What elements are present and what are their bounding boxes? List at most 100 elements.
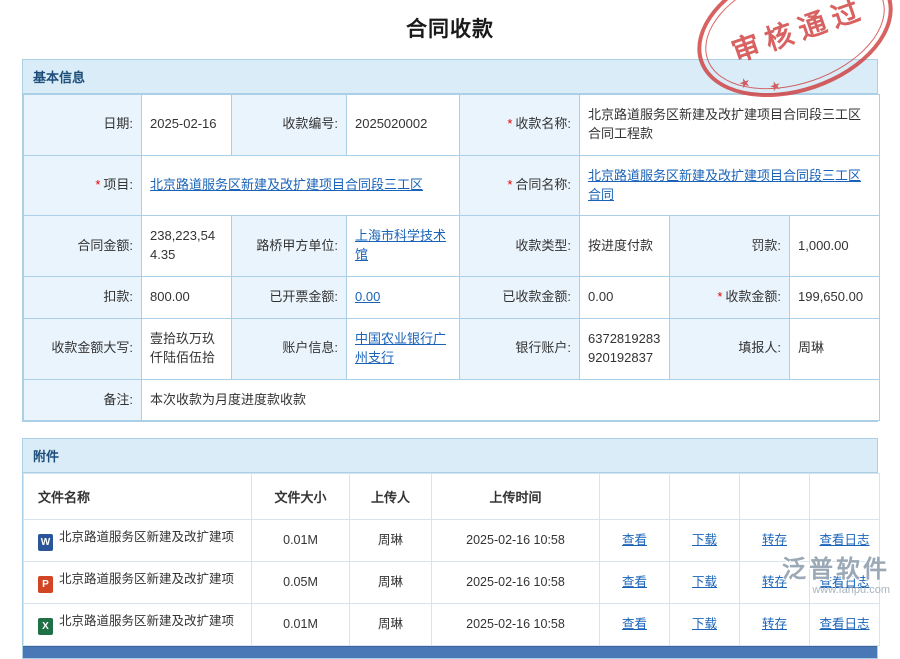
action-cell: 查看 (600, 520, 670, 562)
action-cell: 转存 (740, 520, 810, 562)
field-value: 周琳 (790, 318, 880, 379)
field-value: 6372819283920192837 (580, 318, 670, 379)
file-size: 0.05M (252, 562, 350, 604)
attachment-row: P北京路道服务区新建及改扩建项0.05M周琳2025-02-16 10:58 查看… (24, 562, 880, 604)
field-label: 路桥甲方单位: (232, 216, 347, 277)
info-row: 日期:2025-02-16收款编号:2025020002*收款名称:北京路道服务… (24, 95, 880, 156)
action-cell: 下载 (670, 604, 740, 646)
field-label: 备注: (24, 379, 142, 421)
field-value: 238,223,544.35 (142, 216, 232, 277)
info-row: 合同金额:238,223,544.35路桥甲方单位:上海市科学技术馆收款类型:按… (24, 216, 880, 277)
field-link[interactable]: 0.00 (355, 289, 380, 304)
save-as-link[interactable]: 转存 (762, 617, 787, 631)
view-log-link[interactable]: 查看日志 (819, 575, 869, 589)
field-label: 账户信息: (232, 318, 347, 379)
field-label: *收款金额: (670, 277, 790, 319)
download-link[interactable]: 下载 (692, 575, 717, 589)
field-value: 0.00 (580, 277, 670, 319)
field-value: 北京路道服务区新建及改扩建项目合同段三工区合同工程款 (580, 95, 880, 156)
field-label: 收款金额大写: (24, 318, 142, 379)
field-value: 2025-02-16 (142, 95, 232, 156)
file-name: 北京路道服务区新建及改扩建项 (59, 614, 234, 628)
action-cell: 查看日志 (810, 520, 880, 562)
field-value: 壹拾玖万玖仟陆佰伍拾 (142, 318, 232, 379)
field-label: *收款名称: (460, 95, 580, 156)
field-label: 填报人: (670, 318, 790, 379)
basic-info-section-header: 基本信息 (23, 60, 877, 94)
column-header-empty (600, 474, 670, 520)
attachment-row: W北京路道服务区新建及改扩建项0.01M周琳2025-02-16 10:58查看… (24, 520, 880, 562)
field-value: 1,000.00 (790, 216, 880, 277)
basic-info-section: 基本信息 日期:2025-02-16收款编号:2025020002*收款名称:北… (22, 59, 878, 422)
action-cell: 下载 (670, 562, 740, 604)
view-log-link[interactable]: 查看日志 (819, 533, 869, 547)
action-cell: 查看日志 (810, 604, 880, 646)
column-header-empty (810, 474, 880, 520)
field-label: 合同金额: (24, 216, 142, 277)
save-as-link[interactable]: 转存 (762, 533, 787, 547)
field-link[interactable]: 北京路道服务区新建及改扩建项目合同段三工区 (150, 177, 423, 192)
field-value: 北京路道服务区新建及改扩建项目合同段三工区合同 (580, 155, 880, 216)
field-label: 收款类型: (460, 216, 580, 277)
attachments-section: 附件 文件名称文件大小上传人上传时间 W北京路道服务区新建及改扩建项0.01M周… (22, 438, 878, 659)
page-content: 基本信息 日期:2025-02-16收款编号:2025020002*收款名称:北… (0, 59, 900, 659)
word-file-icon: W (38, 534, 53, 551)
required-asterisk: * (95, 177, 100, 192)
file-name-cell: W北京路道服务区新建及改扩建项 (24, 520, 252, 562)
view-link[interactable]: 查看 (622, 575, 647, 589)
required-asterisk: * (717, 289, 722, 304)
action-cell: 查看 (600, 562, 670, 604)
attachments-section-header: 附件 (23, 439, 877, 473)
download-link[interactable]: 下载 (692, 617, 717, 631)
file-name-cell: P北京路道服务区新建及改扩建项 (24, 562, 252, 604)
field-value: 2025020002 (347, 95, 460, 156)
field-label: *合同名称: (460, 155, 580, 216)
file-size: 0.01M (252, 604, 350, 646)
file-uploader: 周琳 (350, 562, 432, 604)
column-header: 上传时间 (432, 474, 600, 520)
field-link[interactable]: 上海市科学技术馆 (355, 228, 446, 262)
file-name: 北京路道服务区新建及改扩建项 (59, 572, 234, 586)
action-cell: 转存 (740, 562, 810, 604)
field-label: *项目: (24, 155, 142, 216)
field-value: 按进度付款 (580, 216, 670, 277)
attachments-table: 文件名称文件大小上传人上传时间 W北京路道服务区新建及改扩建项0.01M周琳20… (23, 473, 880, 646)
action-cell: 转存 (740, 604, 810, 646)
field-label: 日期: (24, 95, 142, 156)
field-value: 800.00 (142, 277, 232, 319)
required-asterisk: * (507, 177, 512, 192)
view-log-link[interactable]: 查看日志 (819, 617, 869, 631)
upload-time: 2025-02-16 10:58 (432, 520, 600, 562)
bottom-bar (23, 646, 877, 658)
required-asterisk: * (507, 116, 512, 131)
field-link[interactable]: 北京路道服务区新建及改扩建项目合同段三工区合同 (588, 168, 861, 202)
column-header: 上传人 (350, 474, 432, 520)
basic-info-table: 日期:2025-02-16收款编号:2025020002*收款名称:北京路道服务… (23, 94, 880, 421)
field-value: 中国农业银行广州支行 (347, 318, 460, 379)
field-label: 已开票金额: (232, 277, 347, 319)
field-label: 罚款: (670, 216, 790, 277)
column-header-empty (670, 474, 740, 520)
action-cell: 查看日志 (810, 562, 880, 604)
column-header: 文件大小 (252, 474, 350, 520)
save-as-link[interactable]: 转存 (762, 575, 787, 589)
field-value: 本次收款为月度进度款收款 (142, 379, 880, 421)
attachments-header-row: 文件名称文件大小上传人上传时间 (24, 474, 880, 520)
field-label: 扣款: (24, 277, 142, 319)
download-link[interactable]: 下载 (692, 533, 717, 547)
field-value: 北京路道服务区新建及改扩建项目合同段三工区 (142, 155, 460, 216)
info-row: *项目: 北京路道服务区新建及改扩建项目合同段三工区 *合同名称:北京路道服务区新建… (24, 155, 880, 216)
field-label: 银行账户: (460, 318, 580, 379)
file-uploader: 周琳 (350, 520, 432, 562)
info-row: 备注:本次收款为月度进度款收款 (24, 379, 880, 421)
file-name-cell: X 北京路道服务区新建及改扩建项 (24, 604, 252, 646)
view-link[interactable]: 查看 (622, 533, 647, 547)
field-link[interactable]: 中国农业银行广州支行 (355, 331, 446, 365)
attachment-row: X北京路道服务区新建及改扩建项0.01M周琳2025-02-16 10:58查看… (24, 604, 880, 646)
column-header: 文件名称 (24, 474, 252, 520)
upload-time: 2025-02-16 10:58 (432, 562, 600, 604)
excel-file-icon: X (38, 618, 53, 635)
view-link[interactable]: 查看 (622, 617, 647, 631)
file-uploader: 周琳 (350, 604, 432, 646)
info-row: 收款金额大写:壹拾玖万玖仟陆佰伍拾账户信息:中国农业银行广州支行银行账户:637… (24, 318, 880, 379)
